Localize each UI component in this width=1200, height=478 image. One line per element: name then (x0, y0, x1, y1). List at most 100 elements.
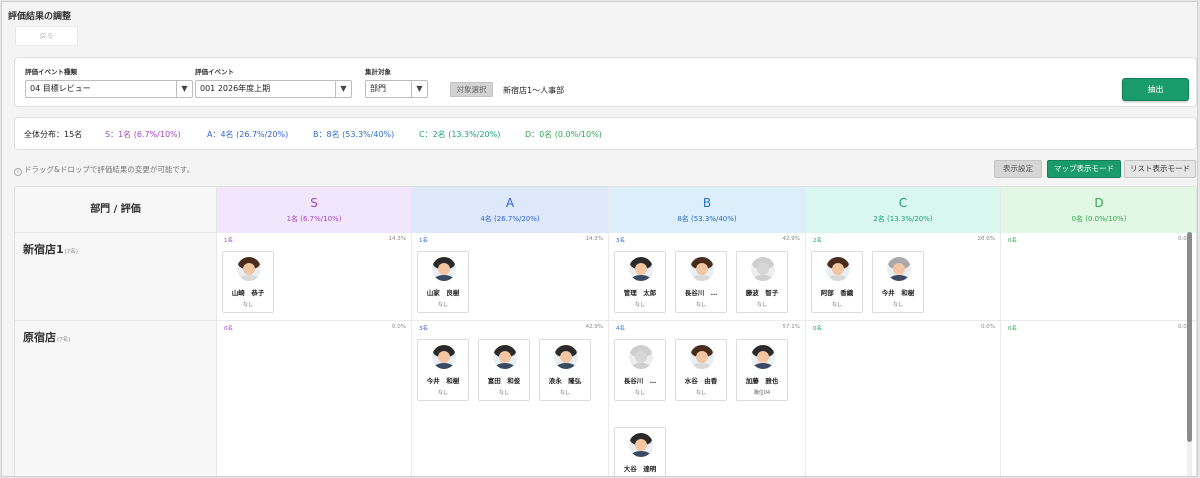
employee-name: 浪永 隆弘 (548, 377, 582, 385)
event-select[interactable]: 001 2026年度上期 ▼ (195, 80, 352, 98)
grade-count: 2名 (13.3%/20%) (873, 215, 933, 223)
back-button[interactable]: 戻る (15, 26, 78, 46)
cell-count: 0名 (1008, 238, 1017, 244)
employee-card[interactable]: 長谷川 … なし (614, 339, 666, 401)
scrollbar-thumb[interactable] (1187, 232, 1192, 442)
employee-name: 今井 和樹 (881, 289, 915, 297)
avatar-body (692, 275, 712, 281)
employee-name: 山崎 恭子 (231, 289, 265, 297)
grid-cell[interactable]: 4名57.1%長谷川 …なし水谷 由香なし加藤 雅也職位04大谷 達明なし (609, 321, 806, 476)
map-mode-button[interactable]: マップ表示モード (1047, 160, 1121, 178)
event-type-select[interactable]: 04 目標レビュー ▼ (25, 80, 193, 98)
avatar-body (692, 363, 712, 369)
grade-label: A (505, 196, 515, 210)
display-settings-button[interactable]: 表示設定 (994, 160, 1042, 178)
distribution-b: B：8名 (53.3%/40%) (313, 130, 395, 139)
avatar-face (893, 263, 905, 275)
grade-count: 0名 (0.0%/10%) (1071, 215, 1127, 223)
chevron-down-icon: ▼ (335, 81, 351, 97)
grade-column-header-b: B 8名 (53.3%/40%) (609, 187, 806, 233)
avatar (554, 345, 578, 369)
avatar (690, 345, 714, 369)
dept-member-count: (7名) (57, 337, 71, 343)
avatar (432, 257, 456, 281)
grid-cell[interactable]: 1名 14.3% 山崎 恭子 なし (217, 233, 412, 321)
avatar-body (495, 363, 515, 369)
grade-label: D (1094, 196, 1104, 210)
event-label: 評価イベント (195, 68, 234, 76)
avatar-placeholder-icon (629, 345, 653, 369)
avatar-body (631, 275, 651, 281)
employee-card[interactable]: 加藤 雅也職位04 (736, 339, 788, 401)
employee-name: 藤波 智子 (745, 289, 779, 297)
employee-card[interactable]: 富田 和俊 なし (478, 339, 530, 401)
avatar-body (631, 451, 651, 457)
employee-tag: 職位04 (753, 390, 771, 396)
avatar-face (696, 263, 708, 275)
avatar-body (828, 275, 848, 281)
employee-card[interactable]: 今井 和樹 なし (872, 251, 924, 313)
avatar-face (757, 351, 769, 363)
grade-column-header-d: D 0名 (0.0%/10%) (1001, 187, 1196, 233)
employee-card[interactable]: 水谷 由香 なし (675, 339, 727, 401)
extract-button[interactable]: 抽出 (1122, 78, 1189, 101)
employee-tag: なし (695, 302, 706, 308)
employee-name: 長谷川 … (684, 289, 718, 297)
avatar-face (696, 351, 708, 363)
distribution-c: C：2名 (13.3%/20%) (419, 130, 501, 139)
employee-name: 大谷 達明 (623, 465, 657, 473)
avatar-body (753, 275, 773, 281)
avatar-face (635, 263, 647, 275)
target-text: 新宿店1～人事部 (503, 86, 565, 95)
grid-cell[interactable]: 2名 28.6% 阿部 香織 なし 今井 和樹 なし (806, 233, 1001, 321)
avatar-face (832, 263, 844, 275)
employee-card[interactable]: 管理 太郎 なし (614, 251, 666, 313)
grid-cell[interactable]: 0名 0.0% (806, 321, 1001, 476)
dept-row-header: 原宿店(7名) (15, 321, 217, 476)
grade-label: C (898, 196, 908, 210)
grid-cell[interactable]: 3名 42.9% 今井 和樹 なし 富田 和俊 なし 浪永 隆弘 なし (412, 321, 609, 476)
grid-cell[interactable]: 0名 0.0% (217, 321, 412, 476)
employee-card[interactable]: 浪永 隆弘 なし (539, 339, 591, 401)
employee-name: 管理 太郎 (623, 289, 657, 297)
employee-name: 山家 良樹 (426, 289, 460, 297)
target-value: 部門 (370, 84, 386, 93)
evaluation-grid: 部門 / 評価 S 1名 (6.7%/10%) A 4名 (26.7%/20%) B 8名… (14, 186, 1197, 476)
target-select-button[interactable]: 対象選択 (450, 82, 493, 97)
employee-card[interactable]: 山家 良樹 なし (417, 251, 469, 313)
avatar (432, 345, 456, 369)
employee-card[interactable]: 藤波 智子 なし (736, 251, 788, 313)
employee-name: 今井 和樹 (426, 377, 460, 385)
cell-percent: 14.3% (585, 236, 603, 242)
cell-percent: 57.1% (782, 324, 800, 330)
target-select[interactable]: 部門 ▼ (365, 80, 428, 98)
cell-count: 1名 (419, 238, 428, 244)
grade-column-header-s: S 1名 (6.7%/10%) (217, 187, 412, 233)
grid-cell[interactable]: 0名 0.0% (1001, 233, 1196, 321)
target-label: 集計対象 (365, 68, 391, 76)
employee-name: 富田 和俊 (487, 377, 521, 385)
distribution-total: 全体分布：15名 (24, 130, 83, 139)
page-title: 評価結果の調整 (8, 12, 72, 22)
dept-name: 原宿店(7名) (23, 329, 70, 345)
employee-tag: なし (634, 390, 645, 396)
grid-cell[interactable]: 1名 14.3% 山家 良樹なし (412, 233, 609, 321)
employee-card[interactable]: 今井 和樹 なし (417, 339, 469, 401)
cell-count: 4名 (616, 326, 625, 332)
dept-row-header: 新宿店1(7名) (15, 233, 217, 321)
employee-tag: なし (498, 390, 509, 396)
cell-percent: 42.9% (782, 236, 800, 242)
employee-name: 加藤 雅也 (745, 377, 779, 385)
avatar-face (635, 439, 647, 451)
grid-cell[interactable]: 0名 0.0% (1001, 321, 1196, 476)
avatar (751, 345, 775, 369)
employee-tag: なし (437, 302, 448, 308)
list-mode-button[interactable]: リスト表示モード (1124, 160, 1196, 178)
grid-cell[interactable]: 3名 42.9% 管理 太郎 なし 長谷川 … なし 藤波 智子 なし (609, 233, 806, 321)
employee-card[interactable]: 山崎 恭子 なし (222, 251, 274, 313)
avatar-face (499, 351, 511, 363)
employee-card[interactable]: 大谷 達明なし (614, 427, 666, 476)
grade-count: 4名 (26.7%/20%) (480, 215, 540, 223)
employee-card[interactable]: 阿部 香織 なし (811, 251, 863, 313)
employee-card[interactable]: 長谷川 … なし (675, 251, 727, 313)
